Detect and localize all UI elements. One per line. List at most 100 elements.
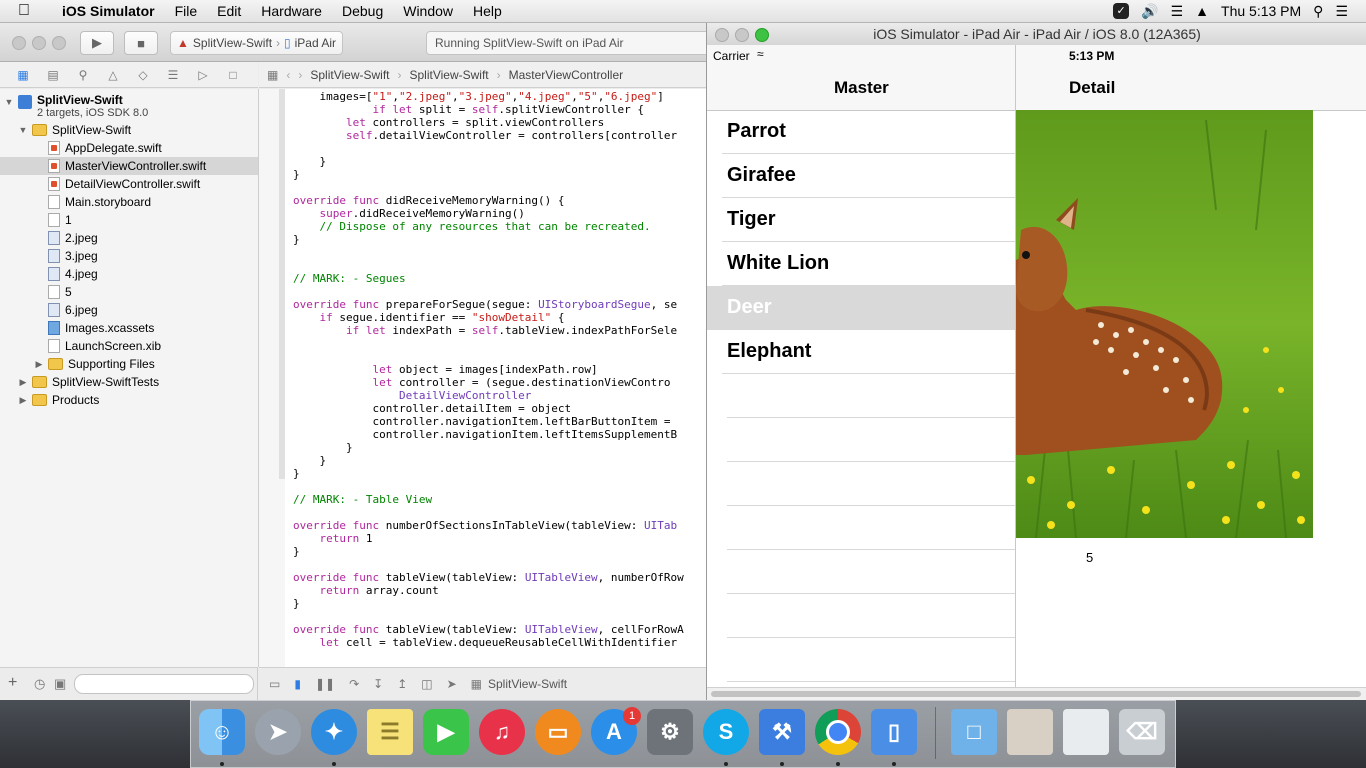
file-row[interactable]: AppDelegate.swift [0, 139, 258, 157]
file-row[interactable]: LaunchScreen.xib [0, 337, 258, 355]
forward-icon[interactable]: › [298, 68, 302, 82]
applications-folder-icon[interactable]: □ [951, 709, 997, 755]
clock[interactable]: Thu 5:13 PM [1221, 3, 1301, 19]
editor-gutter[interactable] [259, 89, 285, 667]
disclosure-closed-icon[interactable]: ▶ [18, 395, 28, 406]
notification-center-icon[interactable]: ☰ [1335, 3, 1348, 20]
group-row[interactable]: ▶ Products [0, 391, 258, 409]
file-row[interactable]: 4.jpeg [0, 265, 258, 283]
back-icon[interactable]: ‹ [286, 68, 290, 82]
finder-icon[interactable]: ☺ [199, 709, 245, 755]
find-navigator-icon[interactable]: ⚲ [70, 68, 96, 82]
simulator-scrollbar[interactable] [707, 687, 1366, 701]
location-icon[interactable]: ➤ [447, 677, 457, 691]
disclosure-closed-icon[interactable]: ▶ [18, 377, 28, 388]
file-row-selected[interactable]: MasterViewController.swift [0, 157, 258, 175]
group-row[interactable]: ▶ SplitView-SwiftTests [0, 373, 258, 391]
facetime-icon[interactable]: ▶ [423, 709, 469, 755]
wifi-icon[interactable]: ☰ [1171, 3, 1184, 20]
menu-window[interactable]: Window [393, 3, 463, 19]
table-cell[interactable]: Girafee [707, 154, 1015, 198]
step-in-icon[interactable]: ↧ [373, 677, 383, 691]
hide-debug-area-icon[interactable]: ▭ [269, 677, 280, 691]
symbol-navigator-icon[interactable]: ▤ [40, 68, 66, 82]
volume-icon[interactable]: 🔊 [1141, 3, 1158, 20]
menu-app-name[interactable]: iOS Simulator [52, 3, 165, 19]
file-row[interactable]: 1 [0, 211, 258, 229]
safari-icon[interactable]: ✦ [311, 709, 357, 755]
disclosure-closed-icon[interactable]: ▶ [34, 359, 44, 370]
step-out-icon[interactable]: ↥ [397, 677, 407, 691]
chrome-icon[interactable] [815, 709, 861, 755]
run-button[interactable]: ▶ [80, 31, 114, 55]
group-row[interactable]: ▼ SplitView-Swift [0, 121, 258, 139]
menu-debug[interactable]: Debug [332, 3, 393, 19]
spotlight-search-icon[interactable]: ⚲ [1313, 3, 1323, 20]
menu-file[interactable]: File [165, 3, 208, 19]
recent-files-icon[interactable]: ◷ [34, 676, 45, 692]
source-code[interactable]: images=["1","2.jpeg","3.jpeg","4.jpeg","… [293, 90, 684, 649]
breakpoint-navigator-icon[interactable]: ▷ [190, 68, 216, 82]
ibooks-icon[interactable]: ▭ [535, 709, 581, 755]
jump-bar-item[interactable]: MasterViewController [509, 68, 624, 82]
file-row[interactable]: 5 [0, 283, 258, 301]
close-window-button[interactable] [715, 28, 729, 42]
table-cell[interactable]: Tiger [707, 198, 1015, 242]
status-app-icon[interactable]: ✓ [1113, 3, 1130, 19]
apple-menu-icon[interactable]:  [18, 2, 40, 20]
file-row[interactable]: 2.jpeg [0, 229, 258, 247]
table-cell[interactable]: Elephant [707, 330, 1015, 374]
add-icon[interactable]: + [8, 674, 17, 692]
file-row[interactable]: 6.jpeg [0, 301, 258, 319]
scm-filter-icon[interactable]: ▣ [54, 676, 66, 692]
scrollbar-thumb[interactable] [711, 691, 1361, 697]
disclosure-open-icon[interactable]: ▼ [4, 97, 14, 107]
zoom-window-button[interactable] [52, 36, 66, 50]
table-cell[interactable]: Parrot [707, 110, 1015, 154]
log-navigator-icon[interactable]: □ [220, 68, 246, 82]
scheme-selector[interactable]: ▲ SplitView-Swift › ▯ iPad Air [170, 31, 343, 55]
notes-icon[interactable]: ☰ [367, 709, 413, 755]
issue-navigator-icon[interactable]: △ [100, 68, 126, 82]
file-row[interactable]: Images.xcassets [0, 319, 258, 337]
menu-help[interactable]: Help [463, 3, 512, 19]
xcode-icon[interactable]: ⚒ [759, 709, 805, 755]
menu-hardware[interactable]: Hardware [251, 3, 332, 19]
pause-icon[interactable]: ❚❚ [315, 677, 335, 691]
step-over-icon[interactable]: ↷ [349, 677, 359, 691]
itunes-icon[interactable]: ♫ [479, 709, 525, 755]
debug-navigator-icon[interactable]: ☰ [160, 68, 186, 82]
minimize-window-button[interactable] [735, 28, 749, 42]
view-hierarchy-icon[interactable]: ◫ [421, 677, 432, 691]
trash-icon[interactable]: ⌫ [1119, 709, 1165, 755]
jump-bar-item[interactable]: SplitView-Swift [310, 68, 389, 82]
close-window-button[interactable] [12, 36, 26, 50]
table-cell[interactable]: White Lion [707, 242, 1015, 286]
detail-description-label: 5 [1086, 550, 1094, 565]
group-row[interactable]: ▶ Supporting Files [0, 355, 258, 373]
related-items-icon[interactable]: ▦ [267, 68, 278, 82]
breakpoints-toggle-icon[interactable]: ▮ [294, 677, 301, 691]
ios-simulator-icon[interactable]: ▯ [871, 709, 917, 755]
file-row[interactable]: Main.storyboard [0, 193, 258, 211]
system-preferences-icon[interactable]: ⚙ [647, 709, 693, 755]
test-navigator-icon[interactable]: ◇ [130, 68, 156, 82]
table-cell-selected[interactable]: Deer [707, 286, 1015, 330]
stop-button[interactable]: ■ [124, 31, 158, 55]
jump-bar-item[interactable]: SplitView-Swift [409, 68, 488, 82]
menu-edit[interactable]: Edit [207, 3, 251, 19]
zoom-window-button[interactable] [755, 28, 769, 42]
eject-icon[interactable]: ▲ [1195, 3, 1209, 19]
launchpad-icon[interactable]: ➤ [255, 709, 301, 755]
project-row[interactable]: ▼ SplitView-Swift 2 targets, iOS SDK 8.0 [0, 93, 258, 121]
file-row[interactable]: 3.jpeg [0, 247, 258, 265]
project-navigator-icon[interactable]: ▦ [10, 68, 36, 82]
file-row[interactable]: DetailViewController.swift [0, 175, 258, 193]
minimize-window-button[interactable] [32, 36, 46, 50]
source-editor[interactable]: images=["1","2.jpeg","3.jpeg","4.jpeg","… [259, 89, 706, 667]
navigator-filter-field[interactable] [74, 674, 254, 694]
disclosure-open-icon[interactable]: ▼ [18, 125, 28, 135]
recent-items-stack-icon[interactable] [1007, 709, 1053, 755]
skype-icon[interactable]: S [703, 709, 749, 755]
downloads-stack-icon[interactable] [1063, 709, 1109, 755]
